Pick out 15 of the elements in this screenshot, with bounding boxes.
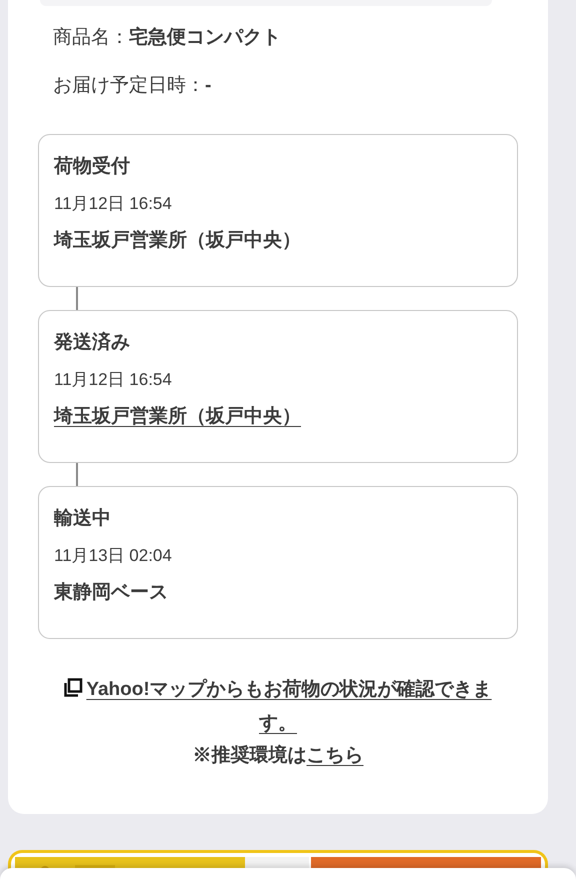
status-title: 荷物受付 (54, 154, 131, 179)
note-text: ※推奨環境は (192, 745, 306, 766)
map-link[interactable]: Yahoo!マップからもお荷物の状況が確認できます。 (46, 673, 510, 741)
status-datetime: 11月12日 16:54 (54, 369, 173, 391)
delivery-date-line: お届け予定日時：- (52, 74, 212, 98)
environment-link[interactable]: こちら (306, 745, 364, 766)
status-datetime: 11月13日 02:04 (54, 545, 173, 567)
status-location: 埼玉坂戸営業所（坂戸中央） (54, 228, 302, 253)
status-title: 発送済み (54, 330, 131, 355)
product-name-line: 商品名：宅急便コンパクト (52, 26, 282, 50)
external-window-icon (64, 678, 84, 697)
status-location: 東静岡ベース (54, 581, 169, 605)
location-link[interactable]: 埼玉坂戸営業所（坂戸中央） (54, 403, 301, 431)
status-datetime: 11月12日 16:54 (54, 193, 173, 215)
status-title: 輸送中 (54, 507, 112, 531)
